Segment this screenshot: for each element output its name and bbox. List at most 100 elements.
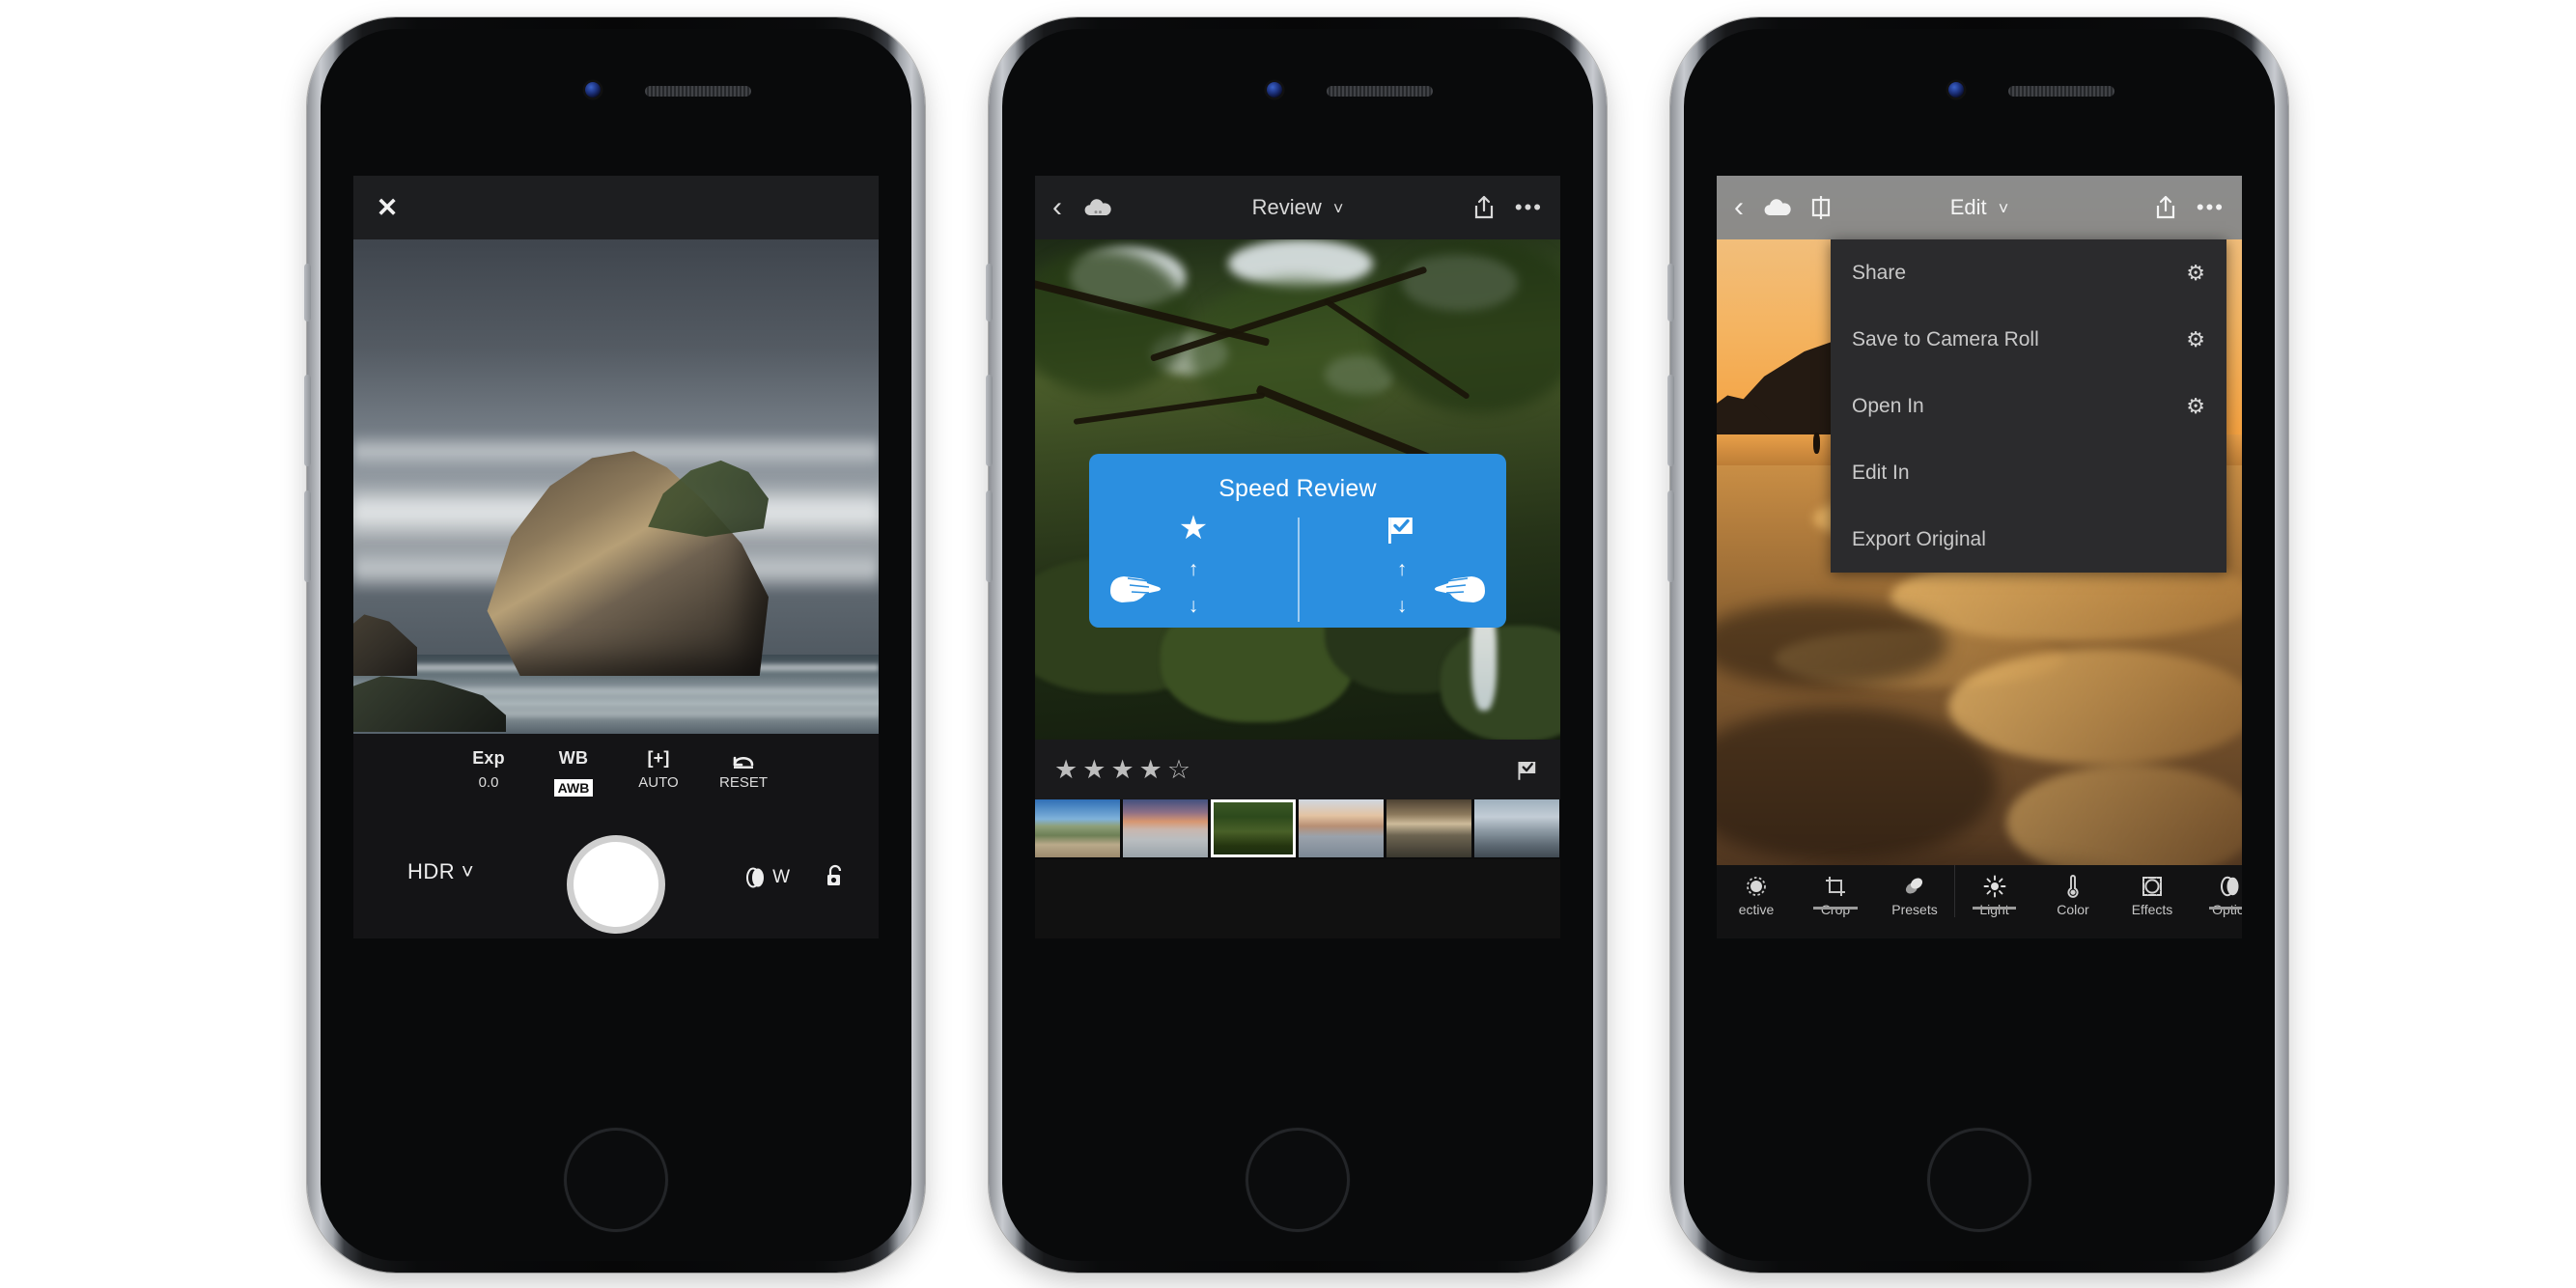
undo-arrow-icon <box>701 747 786 770</box>
menu-item-export-original[interactable]: Export Original <box>1831 506 2226 573</box>
control-value: RESET <box>718 774 768 791</box>
speed-review-flag-half[interactable]: ↑ ↓ <box>1298 514 1506 628</box>
star-filled[interactable]: ★ <box>1110 755 1138 784</box>
context-menu[interactable]: Share ⚙ Save to Camera Roll ⚙ Open In ⚙ … <box>1831 239 2226 573</box>
tool-presets[interactable]: Presets <box>1875 865 1954 917</box>
home-button[interactable] <box>564 1128 668 1232</box>
flag-check-icon <box>1298 512 1506 546</box>
back-icon[interactable]: ‹ <box>1734 191 1744 224</box>
star-filled[interactable]: ★ <box>1054 755 1082 784</box>
camera-control-reset[interactable]: RESET <box>701 747 786 798</box>
camera-control-white-balance[interactable]: WB AWB <box>531 747 616 798</box>
volume-down-button[interactable] <box>304 490 311 582</box>
tool-label: Presets <box>1891 902 1938 917</box>
camera-viewfinder[interactable] <box>353 239 879 734</box>
menu-item-save-to-camera-roll[interactable]: Save to Camera Roll ⚙ <box>1831 306 2226 373</box>
tool-selective[interactable]: ective <box>1717 865 1796 917</box>
tool-crop[interactable]: Crop <box>1796 865 1875 917</box>
edit-toolbar[interactable]: ective Crop Presets Light Color Effects … <box>1717 865 2242 938</box>
home-button[interactable] <box>1927 1128 2031 1232</box>
tool-light[interactable]: Light <box>1954 865 2033 917</box>
speed-review-star-half[interactable]: ★ ↑ ↓ <box>1089 512 1298 628</box>
star-filled[interactable]: ★ <box>1082 755 1110 784</box>
chevron-down-icon: ˅ <box>1332 199 1344 218</box>
cloud-icon[interactable] <box>1763 198 1792 217</box>
chevron-down-icon: ˅ <box>461 859 475 883</box>
camera-controls: Exp 0.0 WB AWB [+] AUTO RESET HDR ˅ W <box>353 734 879 938</box>
volume-up-button[interactable] <box>304 375 311 466</box>
presets-icon <box>1875 873 1954 900</box>
camera-control-focus[interactable]: [+] AUTO <box>616 747 701 798</box>
home-button[interactable] <box>1246 1128 1350 1232</box>
phone2-screen: ‹ Review ˅ ••• Speed Review ★ ↑ ↓ ↑ ↓ ★★… <box>1035 176 1560 938</box>
control-value: AWB <box>553 779 594 797</box>
thumb-fog-sun[interactable] <box>1386 799 1471 857</box>
share-icon[interactable] <box>2154 195 2177 220</box>
control-value: AUTO <box>638 774 679 791</box>
silent-switch[interactable] <box>1667 264 1674 322</box>
hand-swipe-icon <box>1431 562 1491 608</box>
earpiece-speaker <box>2008 86 2114 97</box>
gear-icon[interactable]: ⚙ <box>2186 261 2205 286</box>
optics-icon <box>2192 873 2242 900</box>
phone1-screen: ✕ Exp 0.0 WB AWB [+] AUTO RESET HDR ˅ W <box>353 176 879 938</box>
speed-review-overlay[interactable]: Speed Review ★ ↑ ↓ ↑ ↓ <box>1089 454 1506 628</box>
back-icon[interactable]: ‹ <box>1052 191 1062 224</box>
earpiece-speaker <box>1327 86 1433 97</box>
close-icon[interactable]: ✕ <box>373 193 402 222</box>
page-title: Review <box>1251 195 1322 219</box>
color-icon <box>2033 873 2113 900</box>
review-photo[interactable]: Speed Review ★ ↑ ↓ ↑ ↓ <box>1035 239 1560 740</box>
hdr-button[interactable]: HDR ˅ <box>407 859 474 884</box>
menu-item-share[interactable]: Share ⚙ <box>1831 239 2226 306</box>
page-title: Edit <box>1949 195 1987 219</box>
lens-label: W <box>772 867 790 887</box>
menu-item-label: Share <box>1852 261 1907 284</box>
silent-switch[interactable] <box>304 264 311 322</box>
star-empty[interactable]: ☆ <box>1167 755 1195 784</box>
active-indicator <box>1813 907 1858 910</box>
tool-label: Light <box>1979 902 2009 917</box>
silent-switch[interactable] <box>986 264 993 322</box>
volume-up-button[interactable] <box>986 375 993 466</box>
crop-icon <box>1796 873 1875 900</box>
cloud-icon[interactable] <box>1083 198 1112 217</box>
volume-down-button[interactable] <box>1667 490 1674 582</box>
more-options-icon[interactable]: ••• <box>2197 195 2225 220</box>
star-filled[interactable]: ★ <box>1139 755 1167 784</box>
volume-down-button[interactable] <box>986 490 993 582</box>
review-header: ‹ Review ˅ ••• <box>1035 176 1560 239</box>
tool-color[interactable]: Color <box>2033 865 2113 917</box>
gear-icon[interactable]: ⚙ <box>2186 394 2205 419</box>
thumb-harbor[interactable] <box>1035 799 1120 857</box>
screenshot-canvas: ✕ Exp 0.0 WB AWB [+] AUTO RESET HDR ˅ W … <box>0 0 2576 1288</box>
menu-item-edit-in[interactable]: Edit In <box>1831 439 2226 506</box>
phone-camera: ✕ Exp 0.0 WB AWB [+] AUTO RESET HDR ˅ W <box>304 17 925 1273</box>
tool-optics[interactable]: Optics <box>2192 865 2242 917</box>
tool-effects[interactable]: Effects <box>2113 865 2192 917</box>
menu-item-open-in[interactable]: Open In ⚙ <box>1831 373 2226 439</box>
filmstrip[interactable] <box>1035 799 1560 859</box>
camera-action-row: HDR ˅ W <box>353 826 879 933</box>
share-icon[interactable] <box>1472 195 1496 220</box>
camera-settings-row: Exp 0.0 WB AWB [+] AUTO RESET <box>353 734 879 798</box>
thumb-coast[interactable] <box>1474 799 1559 857</box>
menu-item-label: Edit In <box>1852 461 1910 484</box>
gear-icon[interactable]: ⚙ <box>2186 327 2205 352</box>
compare-icon[interactable] <box>1809 195 1833 220</box>
volume-up-button[interactable] <box>1667 375 1674 466</box>
thumb-bridge[interactable] <box>1299 799 1384 857</box>
phone-edit: ‹ Edit ˅ ••• Share ⚙ Save to Camera Roll… <box>1667 17 2288 1273</box>
shutter-button[interactable] <box>574 842 658 927</box>
control-value: 0.0 <box>478 774 499 791</box>
lens-switch-button[interactable]: W <box>744 867 790 888</box>
star-rating[interactable]: ★★★★☆ <box>1054 755 1195 785</box>
camera-control-exposure[interactable]: Exp 0.0 <box>446 747 531 798</box>
more-options-icon[interactable]: ••• <box>1515 195 1543 220</box>
hand-swipe-icon <box>1105 562 1164 608</box>
thumb-sunset-beach[interactable] <box>1123 799 1208 857</box>
front-camera-icon <box>1267 82 1282 98</box>
flag-check-icon[interactable] <box>1516 757 1541 782</box>
exposure-lock-icon[interactable] <box>825 863 846 888</box>
thumb-forest[interactable] <box>1211 799 1296 857</box>
